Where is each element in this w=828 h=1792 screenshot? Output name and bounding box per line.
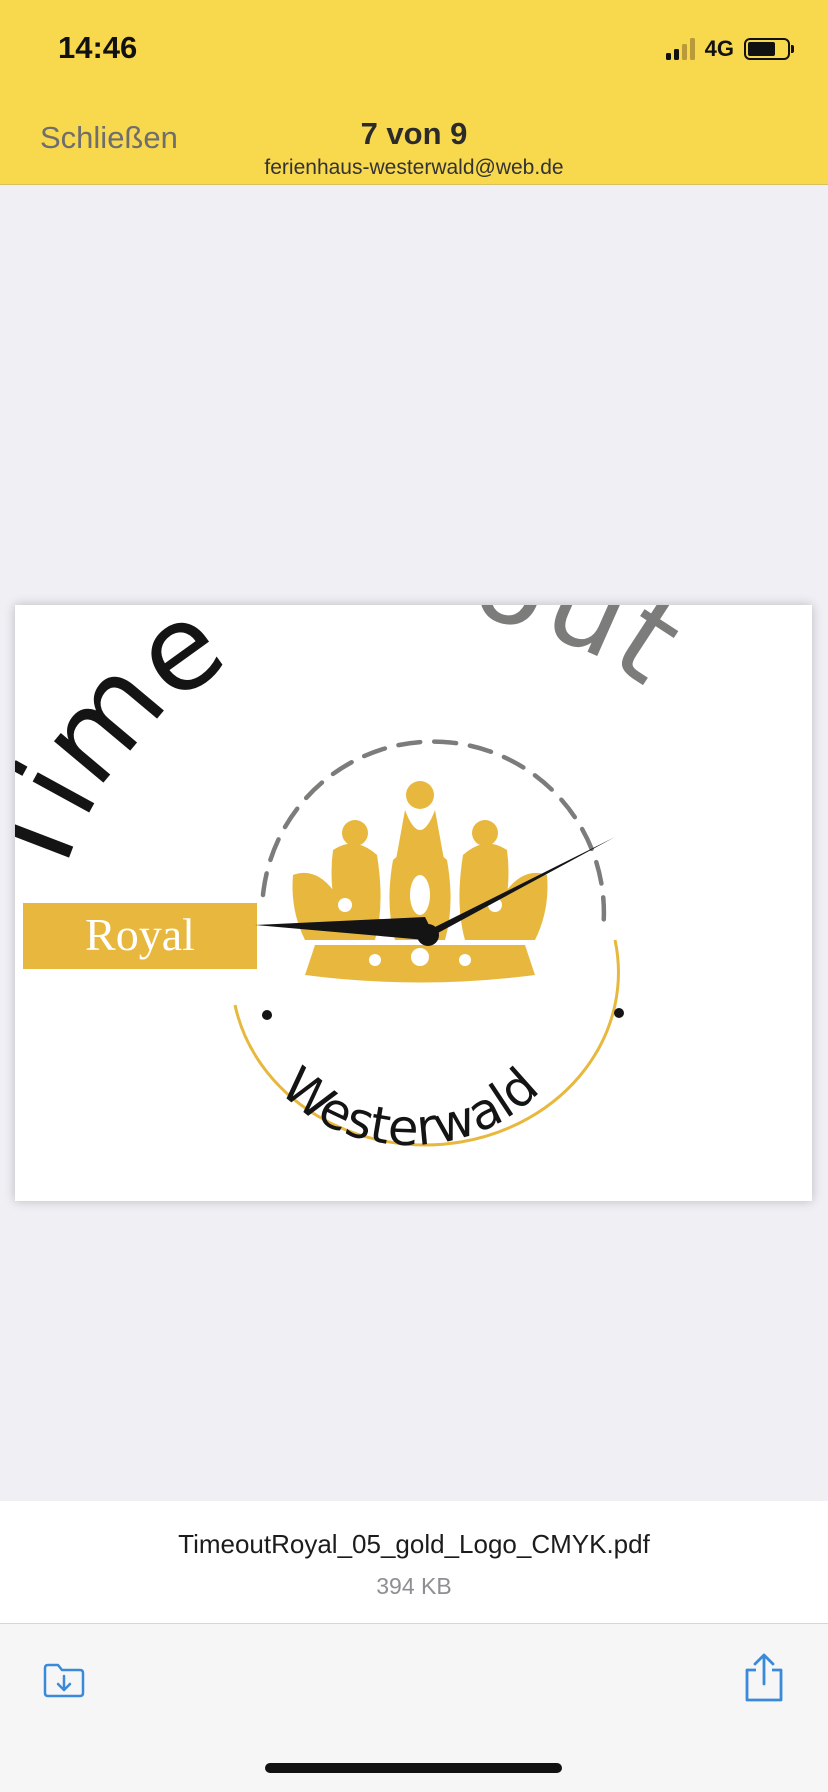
logo-royal-text: Royal — [85, 909, 195, 960]
document-preview-area[interactable]: Royal Time out Westerwald — [0, 185, 828, 1501]
status-indicators: 4G — [665, 36, 794, 62]
network-type-label: 4G — [704, 36, 734, 61]
status-time: 14:46 — [58, 30, 138, 65]
document-page[interactable]: Royal Time out Westerwald — [15, 605, 812, 1201]
battery-icon — [744, 38, 794, 60]
file-name: TimeoutRoyal_05_gold_Logo_CMYK.pdf — [178, 1529, 650, 1559]
mail-attachment-preview-screen: 14:46 4G Schließen 7 von 9 ferienhaus-we… — [0, 0, 828, 1792]
file-info-panel: TimeoutRoyal_05_gold_Logo_CMYK.pdf 394 K… — [0, 1501, 828, 1624]
bottom-toolbar — [0, 1624, 828, 1792]
page-counter: 7 von 9 — [360, 116, 468, 151]
save-to-files-icon — [43, 1663, 85, 1698]
home-indicator[interactable] — [265, 1763, 562, 1773]
logo-westerwald-text: Westerwald — [271, 1056, 550, 1157]
logo-out-text: out — [462, 605, 706, 710]
logo-time-text: Time — [15, 605, 248, 897]
share-button[interactable] — [742, 1652, 786, 1709]
sender-email: ferienhaus-westerwald@web.de — [264, 156, 564, 179]
save-to-files-button[interactable] — [42, 1662, 86, 1703]
file-size: 394 KB — [376, 1573, 452, 1599]
share-icon — [745, 1653, 783, 1702]
timeout-royal-logo: Royal Time out Westerwald — [15, 605, 706, 1157]
header-bar: 14:46 4G Schließen 7 von 9 ferienhaus-we… — [0, 0, 828, 185]
cellular-signal-icon — [665, 38, 695, 60]
